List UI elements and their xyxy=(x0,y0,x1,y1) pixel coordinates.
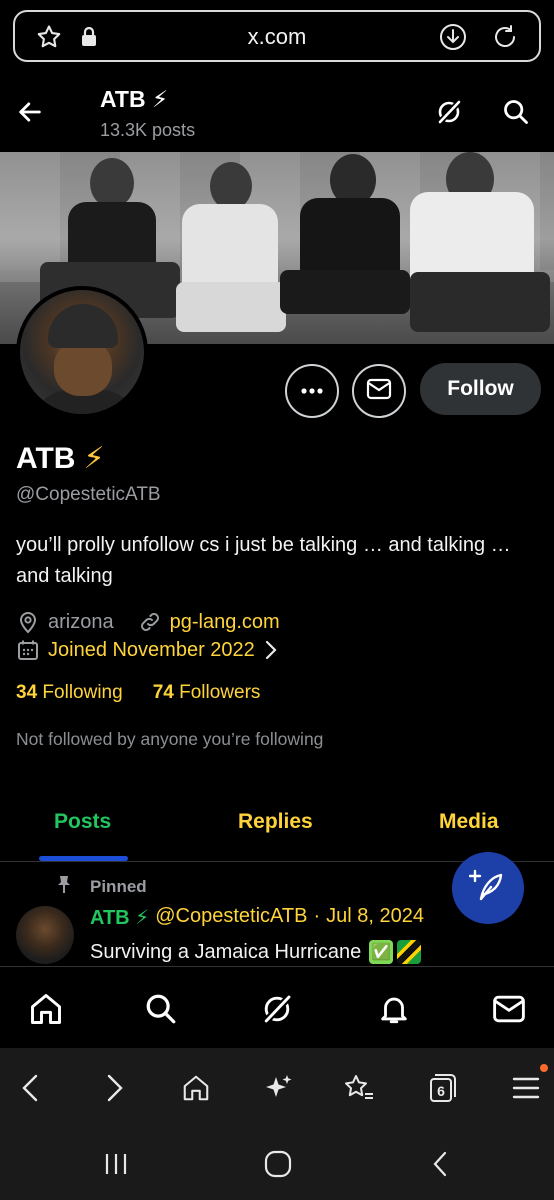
reload-icon[interactable] xyxy=(489,21,521,53)
chevron-right-icon xyxy=(265,640,277,660)
tweet-author-handle[interactable]: @CopesteticATB xyxy=(155,905,307,930)
browser-address-area: x.com xyxy=(0,0,554,72)
search-icon[interactable] xyxy=(498,94,534,130)
notification-dot xyxy=(540,1064,548,1072)
message-button[interactable] xyxy=(352,364,406,418)
ai-sparkle-icon[interactable] xyxy=(259,1068,299,1108)
home-button-icon[interactable] xyxy=(258,1144,298,1184)
more-options-button[interactable] xyxy=(285,364,339,418)
jamaica-flag-emoji: 🇯🇲 xyxy=(397,940,422,964)
profile-meta-row: arizona pg-lang.com xyxy=(16,608,280,636)
browser-address-bar[interactable]: x.com xyxy=(13,10,541,62)
system-navigation-bar xyxy=(0,1126,554,1200)
profile-bio: you’ll prolly unfollow cs i just be talk… xyxy=(16,534,511,587)
search-icon[interactable] xyxy=(141,989,181,1029)
browser-toolbar: 6 xyxy=(0,1048,554,1126)
calendar-icon xyxy=(16,638,40,662)
notifications-bell-icon[interactable] xyxy=(374,989,414,1029)
back-icon[interactable] xyxy=(10,1068,50,1108)
x-bottom-navigation xyxy=(0,966,554,1048)
follow-counts: 34 Following 74 Followers xyxy=(16,682,260,704)
profile-avatar[interactable] xyxy=(16,286,148,418)
pinned-label: Pinned xyxy=(90,876,147,896)
tab-posts[interactable]: Posts xyxy=(54,810,111,834)
header-posts-count: 13.3K posts xyxy=(100,120,196,140)
compose-post-button[interactable] xyxy=(452,852,524,924)
messages-mail-icon[interactable] xyxy=(489,989,529,1029)
grok-icon[interactable] xyxy=(431,94,467,130)
profile-handle: @CopesteticATB xyxy=(16,484,161,505)
more-dots-icon xyxy=(300,382,324,400)
tweet-text: Surviving a Jamaica Hurricane xyxy=(90,940,362,963)
svg-text:6: 6 xyxy=(437,1083,445,1099)
tabs-icon[interactable]: 6 xyxy=(422,1068,462,1108)
recent-apps-icon[interactable] xyxy=(96,1144,136,1184)
bookmarks-star-icon[interactable] xyxy=(339,1068,379,1108)
tab-replies[interactable]: Replies xyxy=(238,810,313,834)
tab-media[interactable]: Media xyxy=(439,810,499,834)
check-mark-emoji: ✅ xyxy=(369,940,394,964)
tweet-author-name[interactable]: ATB ⚡ xyxy=(90,905,149,930)
profile-display-name: ATB ⚡ xyxy=(16,441,105,476)
active-tab-indicator xyxy=(39,856,128,861)
profile-header: ATB ⚡ 13.3K posts xyxy=(0,72,554,152)
feather-plus-icon xyxy=(468,867,507,910)
joined-row[interactable]: Joined November 2022 xyxy=(16,636,277,664)
download-icon[interactable] xyxy=(437,21,469,53)
follow-button[interactable]: Follow xyxy=(420,363,541,415)
system-back-icon[interactable] xyxy=(420,1144,460,1184)
tweet-author-avatar[interactable] xyxy=(16,906,74,964)
header-title: ATB ⚡ xyxy=(100,86,169,112)
tweet-text-row: Surviving a Jamaica Hurricane ✅ 🇯🇲 xyxy=(90,940,422,964)
following-link[interactable]: 34 Following xyxy=(16,682,123,704)
home-icon[interactable] xyxy=(26,989,66,1029)
tweet-date[interactable]: Jul 8, 2024 xyxy=(326,905,424,930)
location-pin-icon xyxy=(16,610,40,634)
grok-icon[interactable] xyxy=(257,989,297,1029)
not-followed-notice: Not followed by anyone you’re following xyxy=(16,729,324,749)
browser-home-icon[interactable] xyxy=(176,1068,216,1108)
mail-icon xyxy=(366,378,392,405)
menu-icon[interactable] xyxy=(506,1068,546,1108)
website-link[interactable]: pg-lang.com xyxy=(170,611,280,634)
forward-icon[interactable] xyxy=(95,1068,135,1108)
pinned-label-row: Pinned xyxy=(56,874,147,899)
back-arrow-icon[interactable] xyxy=(12,94,48,130)
display-name-text: ATB xyxy=(16,441,76,475)
joined-text: Joined November 2022 xyxy=(48,638,255,661)
link-icon xyxy=(138,610,162,634)
lightning-emoji: ⚡ xyxy=(83,442,105,475)
followers-link[interactable]: 74 Followers xyxy=(153,682,261,704)
pin-icon xyxy=(56,874,72,899)
profile-tabs: Posts Replies Media xyxy=(0,790,554,862)
tweet-separator: · xyxy=(313,905,321,927)
location-text: arizona xyxy=(48,610,114,633)
